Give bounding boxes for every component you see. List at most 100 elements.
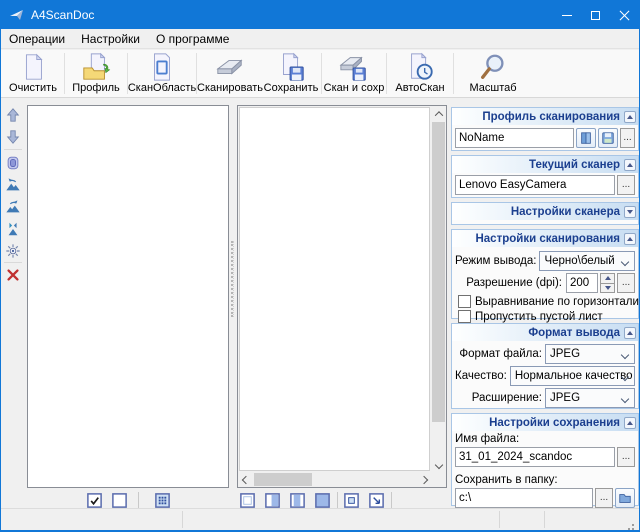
profile-section: Профиль сканирования ... [451,107,639,151]
toolbar-separator [453,53,454,94]
close-button[interactable] [610,1,639,29]
save-document-icon [275,52,307,82]
scroll-left-button[interactable] [238,472,253,487]
scanner-browse-button[interactable]: ... [617,175,635,195]
thumbnail-view-button[interactable] [153,491,172,509]
rotate-right-button[interactable] [3,197,23,217]
flip-button[interactable] [3,219,23,239]
output-mode-select[interactable]: Черно\белый [539,251,635,271]
scanner-icon [214,52,246,82]
scanner-name-input[interactable] [455,175,615,195]
collapse-button[interactable] [624,417,636,429]
clear-label: Очистить [9,82,57,94]
view-fill-right-icon [264,492,281,509]
filename-label: Имя файла: [455,433,519,445]
file-format-select[interactable]: JPEG [545,344,635,364]
filename-browse-button[interactable]: ... [617,447,635,467]
horizontal-scroll-thumb[interactable] [254,473,312,486]
triangle-up-icon [627,331,633,335]
menu-about[interactable]: О программе [148,29,237,48]
resize-grip[interactable] [632,524,634,526]
folder-browse-button[interactable]: ... [595,488,613,508]
clear-button[interactable]: Очистить [3,50,63,97]
expand-button[interactable] [624,206,636,218]
rotate-left-button[interactable] [3,175,23,195]
floppy-icon [601,131,615,145]
scroll-right-button[interactable] [416,472,431,487]
move-down-button[interactable] [3,127,23,147]
output-format-section: Формат вывода Формат файла: JPEG Качеств… [451,323,639,409]
scan-label: Сканировать [197,82,263,94]
vertical-scrollbar[interactable] [431,106,446,472]
scroll-up-button[interactable] [431,106,446,121]
close-icon [619,10,630,21]
menu-settings[interactable]: Настройки [73,29,148,48]
autoscan-button[interactable]: АвтоСкан [388,50,452,97]
brightness-button[interactable] [3,241,23,261]
scan-button[interactable]: Сканировать [198,50,262,97]
view-mode-right-button[interactable] [263,491,282,509]
load-profile-button[interactable] [576,128,596,148]
scan-and-save-button[interactable]: Скан и сохр [323,50,385,97]
collapse-button[interactable] [624,327,636,339]
bottom-toolbar-separator [391,492,392,508]
panel-splitter[interactable] [229,105,237,488]
scroll-down-button[interactable] [431,457,446,472]
app-window: A4ScanDoc Операции Настройки О программе… [0,0,640,532]
view-mode-empty-button[interactable] [238,491,257,509]
filename-input[interactable] [455,447,615,467]
save-button[interactable]: Сохранить [262,50,320,97]
pages-list-panel[interactable] [27,105,229,488]
minimize-button[interactable] [552,1,581,29]
collapse-button[interactable] [624,159,636,171]
save-profile-button[interactable] [598,128,618,148]
window-title: A4ScanDoc [31,8,94,22]
profile-browse-button[interactable]: ... [620,128,635,148]
scanner-section: Текущий сканер ... [451,155,639,198]
triangle-up-icon [605,276,611,280]
app-logo-icon [9,7,25,23]
vertical-scroll-thumb[interactable] [432,122,445,422]
folder-input[interactable] [455,488,593,508]
move-up-button[interactable] [3,105,23,125]
quality-value: Нормальное качество [515,370,633,382]
autoscan-label: АвтоСкан [395,82,444,94]
open-folder-button[interactable] [615,488,635,508]
profile-name-input[interactable] [455,128,574,148]
profile-button[interactable]: Профиль [66,50,126,97]
rotate-right-icon [5,199,21,215]
view-mode-full-button[interactable] [313,491,332,509]
deselect-all-button[interactable] [110,491,129,509]
skip-blank-checkbox[interactable] [458,310,471,323]
preview-canvas[interactable] [239,107,430,471]
zoom-icon [477,52,509,82]
collapse-button[interactable] [624,233,636,245]
resolution-input[interactable] [566,273,598,293]
quality-select[interactable]: Нормальное качество [510,366,635,386]
scanner-section-title: Текущий сканер [529,159,620,171]
extension-select[interactable]: JPEG [545,388,635,408]
autoscan-icon [404,52,436,82]
stamp-button[interactable] [3,153,23,173]
scan-area-button[interactable]: СканОбласть [129,50,195,97]
zoom-button[interactable]: Масштаб [455,50,531,97]
horizontal-scrollbar[interactable] [238,472,431,487]
select-all-icon [86,492,103,509]
delete-page-button[interactable] [3,265,23,285]
collapse-button[interactable] [624,111,636,123]
chevron-left-icon [241,475,249,483]
align-horizontal-checkbox[interactable] [458,295,471,308]
spin-down-button[interactable] [600,284,615,294]
profile-section-title: Профиль сканирования [482,111,620,123]
extension-label: Расширение: [455,392,545,404]
spin-up-button[interactable] [600,273,615,284]
resolution-browse-button[interactable]: ... [617,273,635,293]
fit-to-window-button[interactable] [367,491,386,509]
preview-panel [237,105,447,488]
maximize-button[interactable] [581,1,610,29]
menu-operations[interactable]: Операции [1,29,73,48]
select-all-button[interactable] [85,491,104,509]
actual-size-button[interactable] [342,491,361,509]
view-mode-left-button[interactable] [288,491,307,509]
save-settings-section: Настройки сохранения Имя файла: ... Сохр… [451,413,639,506]
